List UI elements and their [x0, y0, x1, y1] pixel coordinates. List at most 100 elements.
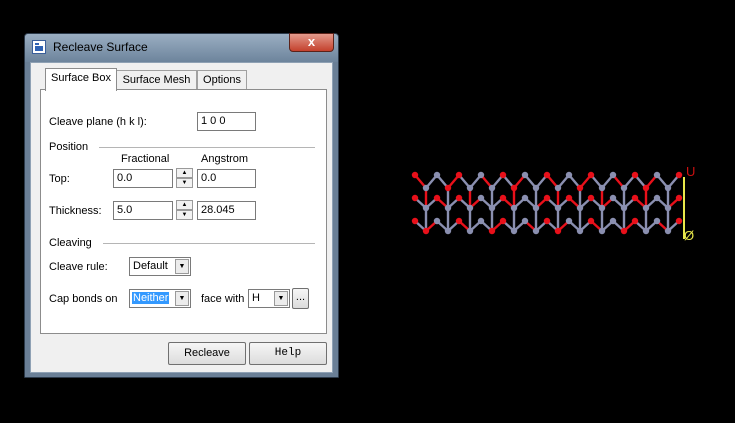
recleave-button[interactable]: Recleave	[168, 342, 246, 365]
atom	[444, 204, 452, 212]
atom	[653, 171, 661, 179]
fractional-column-header: Fractional	[121, 153, 170, 165]
chevron-down-icon[interactable]: ▼	[274, 291, 288, 306]
top-fractional-input[interactable]: 0.0	[113, 169, 173, 188]
dialog-client-area: Surface Box Surface Mesh Options Cleave …	[30, 62, 333, 373]
window-title: Recleave Surface	[53, 40, 148, 54]
atom	[543, 194, 551, 202]
title-bar[interactable]: Recleave Surface x	[25, 33, 338, 62]
atom	[510, 204, 518, 212]
tab-surface-mesh[interactable]: Surface Mesh	[116, 70, 197, 89]
atom	[521, 171, 529, 179]
cleave-rule-select[interactable]: Default ▼	[129, 257, 191, 276]
axis-origin-label: Ø	[684, 228, 694, 243]
atom	[488, 184, 496, 192]
atom	[598, 227, 606, 235]
atom	[521, 194, 529, 202]
face-with-select[interactable]: H ▼	[248, 289, 290, 308]
window-app-icon	[32, 40, 46, 54]
atom	[576, 184, 584, 192]
thickness-angstrom-input[interactable]: 28.045	[197, 201, 256, 220]
tab-options[interactable]: Options	[197, 70, 247, 89]
spin-down-icon[interactable]: ▼	[176, 178, 193, 188]
atom	[411, 194, 419, 202]
atom	[477, 171, 485, 179]
atom	[565, 171, 573, 179]
tab-surface-box[interactable]: Surface Box	[45, 68, 117, 91]
chevron-down-icon[interactable]: ▼	[175, 259, 189, 274]
surface-box-panel: Cleave plane (h k l): 1 0 0 Position Fra…	[40, 89, 327, 334]
face-with-label: face with	[201, 293, 245, 305]
atom	[433, 194, 441, 202]
atom	[587, 171, 595, 179]
top-spinner[interactable]: ▲ ▼	[176, 168, 193, 188]
atom	[587, 217, 595, 225]
cap-bonds-value: Neither	[132, 292, 170, 304]
top-label: Top:	[49, 173, 70, 185]
atom	[444, 184, 452, 192]
atom	[466, 204, 474, 212]
atom	[576, 227, 584, 235]
atom	[565, 217, 573, 225]
atom	[532, 227, 540, 235]
atom	[609, 194, 617, 202]
atom	[587, 194, 595, 202]
close-button[interactable]: x	[289, 33, 334, 52]
atom	[554, 184, 562, 192]
atom	[675, 217, 683, 225]
atom	[642, 204, 650, 212]
cleaving-separator	[103, 243, 315, 245]
cleave-plane-label: Cleave plane (h k l):	[49, 116, 147, 128]
top-angstrom-input[interactable]: 0.0	[197, 169, 256, 188]
recleave-surface-dialog: Recleave Surface x Surface Box Surface M…	[24, 33, 339, 378]
atom	[422, 227, 430, 235]
atom	[653, 194, 661, 202]
atom	[565, 194, 573, 202]
atom	[488, 227, 496, 235]
atom	[631, 194, 639, 202]
atom	[510, 227, 518, 235]
atom	[455, 194, 463, 202]
browse-button[interactable]: ...	[292, 288, 309, 309]
atom	[455, 171, 463, 179]
thickness-spinner[interactable]: ▲ ▼	[176, 200, 193, 220]
atom	[532, 204, 540, 212]
cleave-plane-input[interactable]: 1 0 0	[197, 112, 256, 131]
atom	[422, 204, 430, 212]
atom	[664, 227, 672, 235]
cleave-rule-label: Cleave rule:	[49, 261, 108, 273]
thickness-fractional-input[interactable]: 5.0	[113, 201, 173, 220]
atom	[554, 227, 562, 235]
help-button[interactable]: Help	[249, 342, 327, 365]
atom	[620, 227, 628, 235]
atom	[411, 171, 419, 179]
chevron-down-icon[interactable]: ▼	[175, 291, 189, 306]
position-separator	[99, 147, 315, 149]
atom	[609, 171, 617, 179]
atom	[455, 217, 463, 225]
atom	[543, 171, 551, 179]
surface-structure-view[interactable]: U Ø	[405, 160, 715, 255]
atom	[664, 204, 672, 212]
atom	[631, 171, 639, 179]
atom	[664, 184, 672, 192]
spin-up-icon[interactable]: ▲	[176, 200, 193, 210]
atom	[499, 217, 507, 225]
cap-bonds-select[interactable]: Neither ▼	[129, 289, 191, 308]
atom	[609, 217, 617, 225]
cleave-rule-value: Default	[133, 260, 168, 272]
atom	[675, 194, 683, 202]
atom	[433, 171, 441, 179]
atom	[499, 194, 507, 202]
atom	[543, 217, 551, 225]
atom	[433, 217, 441, 225]
atom	[653, 217, 661, 225]
atom	[631, 217, 639, 225]
atom	[620, 204, 628, 212]
atom	[488, 204, 496, 212]
spin-up-icon[interactable]: ▲	[176, 168, 193, 178]
atom	[675, 171, 683, 179]
atom	[598, 204, 606, 212]
spin-down-icon[interactable]: ▼	[176, 210, 193, 220]
face-with-value: H	[252, 292, 260, 304]
